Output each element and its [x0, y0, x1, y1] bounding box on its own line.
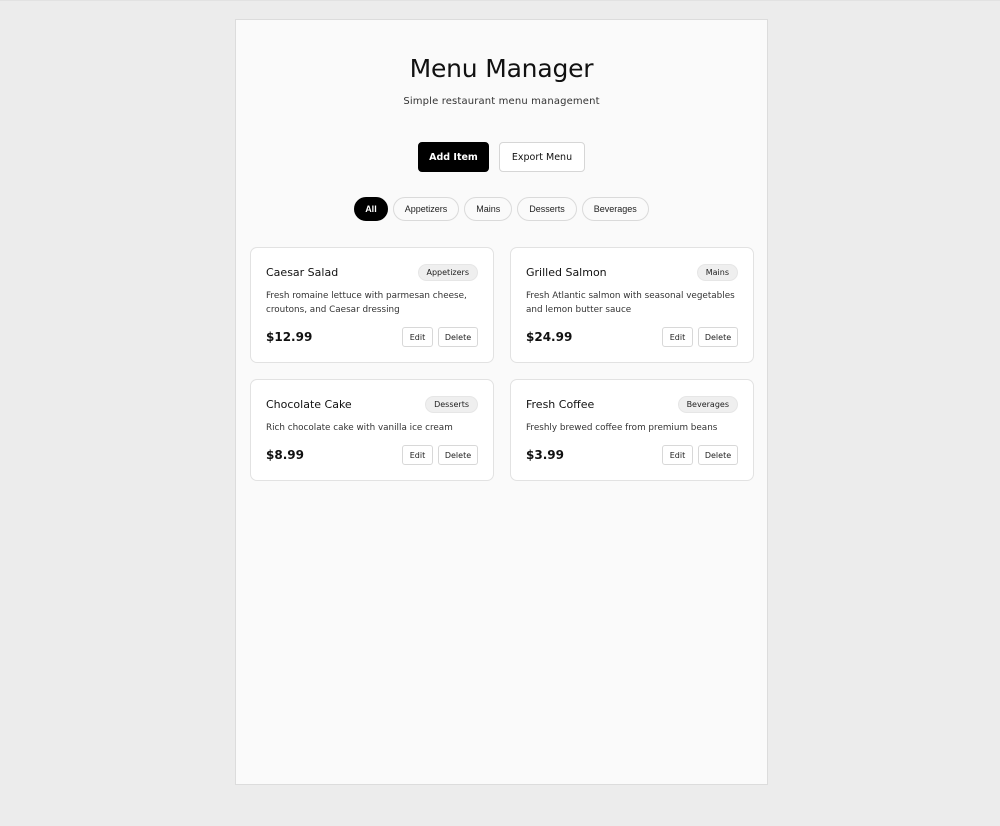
delete-button[interactable]: Delete	[438, 445, 478, 465]
menu-item-card: Caesar Salad Appetizers Fresh romaine le…	[250, 247, 494, 363]
item-price: $3.99	[526, 448, 564, 462]
delete-button[interactable]: Delete	[698, 445, 738, 465]
card-header: Grilled Salmon Mains	[526, 263, 738, 281]
item-description: Fresh romaine lettuce with parmesan chee…	[266, 291, 467, 315]
window-top-border	[0, 0, 1000, 1]
menu-item-grid: Caesar Salad Appetizers Fresh romaine le…	[250, 247, 754, 481]
item-name: Chocolate Cake	[266, 397, 352, 411]
filter-beverages[interactable]: Beverages	[581, 197, 649, 221]
category-badge: Mains	[696, 263, 738, 281]
item-price: $8.99	[266, 448, 304, 462]
delete-button[interactable]: Delete	[698, 327, 738, 347]
export-menu-button[interactable]: Export Menu	[499, 142, 585, 172]
filter-desserts[interactable]: Desserts	[517, 197, 577, 221]
page-title: Menu Manager	[409, 54, 594, 83]
card-header: Caesar Salad Appetizers	[266, 263, 478, 281]
card-footer: $8.99 Edit Delete	[266, 445, 478, 465]
menu-manager-page: Menu Manager Simple restaurant menu mana…	[235, 19, 768, 785]
item-description: Rich chocolate cake with vanilla ice cre…	[266, 423, 453, 433]
item-description: Fresh Atlantic salmon with seasonal vege…	[526, 291, 735, 315]
card-footer: $24.99 Edit Delete	[526, 327, 738, 347]
add-item-button[interactable]: Add Item	[418, 142, 489, 172]
menu-item-card: Grilled Salmon Mains Fresh Atlantic salm…	[510, 247, 754, 363]
category-badge: Desserts	[425, 395, 478, 413]
edit-button[interactable]: Edit	[662, 327, 693, 347]
menu-item-card: Fresh Coffee Beverages Freshly brewed co…	[510, 379, 754, 481]
edit-button[interactable]: Edit	[402, 445, 433, 465]
card-actions: Edit Delete	[402, 445, 478, 465]
action-bar: Add Item Export Menu	[236, 142, 767, 172]
item-price: $24.99	[526, 330, 573, 344]
card-footer: $3.99 Edit Delete	[526, 445, 738, 465]
card-actions: Edit Delete	[402, 327, 478, 347]
category-badge: Beverages	[677, 395, 738, 413]
item-name: Fresh Coffee	[526, 397, 595, 411]
filter-all[interactable]: All	[354, 197, 388, 221]
category-badge: Appetizers	[417, 263, 478, 281]
item-name: Caesar Salad	[266, 265, 339, 279]
card-actions: Edit Delete	[662, 445, 738, 465]
card-actions: Edit Delete	[662, 327, 738, 347]
item-description: Freshly brewed coffee from premium beans	[526, 423, 718, 433]
edit-button[interactable]: Edit	[662, 445, 693, 465]
card-header: Fresh Coffee Beverages	[526, 395, 738, 413]
filter-mains[interactable]: Mains	[464, 197, 513, 221]
menu-item-card: Chocolate Cake Desserts Rich chocolate c…	[250, 379, 494, 481]
filter-appetizers[interactable]: Appetizers	[392, 197, 460, 221]
edit-button[interactable]: Edit	[402, 327, 433, 347]
card-footer: $12.99 Edit Delete	[266, 327, 478, 347]
item-price: $12.99	[266, 330, 313, 344]
item-name: Grilled Salmon	[526, 265, 607, 279]
delete-button[interactable]: Delete	[438, 327, 478, 347]
page-subtitle: Simple restaurant menu management	[403, 96, 600, 107]
category-filter-bar: All Appetizers Mains Desserts Beverages	[236, 197, 767, 221]
card-header: Chocolate Cake Desserts	[266, 395, 478, 413]
